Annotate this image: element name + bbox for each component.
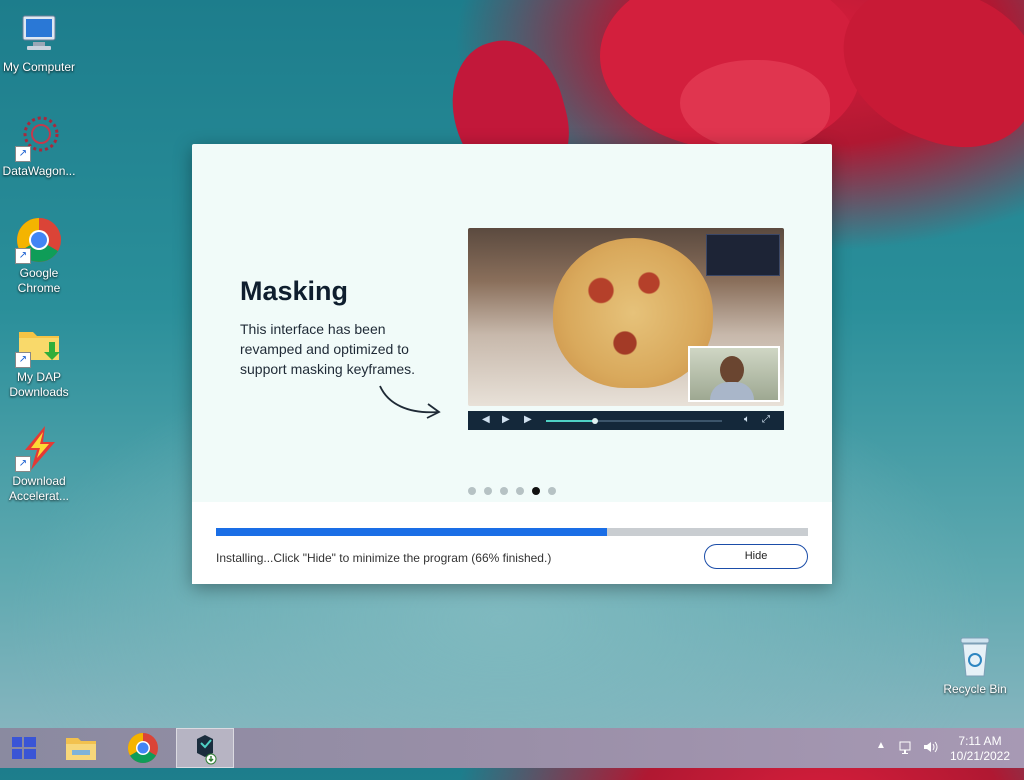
desktop-icon-label: Google Chrome [17, 266, 61, 295]
clock-time: 7:11 AM [958, 734, 1002, 748]
system-clock[interactable]: 7:11 AM 10/21/2022 [948, 734, 1012, 764]
start-button[interactable] [0, 728, 48, 768]
installer-dialog: Masking This interface has been revamped… [192, 144, 832, 584]
desktop-icon-label: DataWagon... [2, 164, 76, 178]
previous-frame-icon: ◀︎ [482, 414, 490, 425]
desktop-icon-label: Download Accelerat... [8, 474, 70, 503]
picture-in-picture [688, 346, 780, 402]
desktop-icon-label: My DAP Downloads [9, 370, 69, 399]
curved-arrow-icon [379, 385, 441, 419]
folder-icon [66, 738, 96, 760]
install-progress-fill [216, 528, 607, 536]
feature-title: Masking [240, 276, 349, 306]
slide-dot[interactable] [484, 487, 492, 495]
volume-icon: 🔈︎ [744, 414, 750, 425]
chrome-icon [127, 733, 158, 764]
shortcut-arrow-icon: ↗ [15, 146, 31, 162]
network-icon[interactable] [898, 739, 914, 779]
clock-date: 10/21/2022 [949, 749, 1011, 763]
slide-dot[interactable] [516, 487, 524, 495]
desktop-icon-label: My Computer [2, 60, 76, 74]
feature-preview-image [468, 228, 784, 406]
slide-dot[interactable] [500, 487, 508, 495]
shortcut-arrow-icon: ↗ [15, 352, 31, 368]
shortcut-arrow-icon: ↗ [15, 456, 31, 472]
desktop-icon-google-chrome[interactable]: ↗ Google Chrome [0, 216, 78, 296]
taskbar-file-explorer[interactable] [54, 728, 108, 768]
folder-download-icon: ↗ [15, 320, 63, 368]
taskbar: ▲ 7:11 AM 10/21/2022 [0, 728, 1024, 768]
taskbar-installer[interactable] [176, 728, 234, 768]
slide-indicator [468, 487, 556, 495]
feature-description: This interface has been revamped and opt… [240, 321, 416, 377]
datawagon-icon: ↗ [15, 114, 63, 162]
download-accelerator-icon: ↗ [15, 424, 63, 472]
volume-icon[interactable] [922, 739, 938, 779]
desktop-icon-datawagon[interactable]: ↗ DataWagon... [0, 114, 78, 179]
computer-icon [15, 10, 63, 58]
shortcut-arrow-icon: ↗ [15, 248, 31, 264]
recycle-bin-icon [951, 632, 999, 680]
installer-icon [197, 735, 217, 765]
video-player-bar: ◀︎ ▶︎ ▶ 🔈︎ ⤢ [468, 411, 784, 430]
next-frame-icon: ▶︎ [502, 414, 510, 425]
fullscreen-icon: ⤢ [762, 414, 770, 425]
slide-dot[interactable] [548, 487, 556, 495]
play-icon: ▶ [524, 414, 532, 425]
dialog-footer [192, 502, 832, 584]
windows-logo-icon [12, 737, 36, 759]
show-hidden-icons-button[interactable]: ▲ [876, 740, 886, 780]
desktop-icon-download-accelerator[interactable]: ↗ Download Accelerat... [0, 424, 78, 504]
desktop-icon-recycle-bin[interactable]: Recycle Bin [936, 632, 1014, 697]
desktop-icon-label: Recycle Bin [943, 682, 1007, 696]
taskbar-chrome[interactable] [116, 728, 170, 768]
slide-dot[interactable] [468, 487, 476, 495]
chrome-icon: ↗ [15, 216, 63, 264]
mask-panel-thumbnail [706, 234, 780, 276]
install-progress-bar [216, 528, 808, 536]
slide-dot-active[interactable] [532, 487, 540, 495]
desktop-icon-my-dap-downloads[interactable]: ↗ My DAP Downloads [0, 320, 78, 400]
install-status-text: Installing...Click "Hide" to minimize th… [216, 551, 552, 565]
hide-button[interactable]: Hide [704, 544, 808, 569]
desktop-icon-my-computer[interactable]: My Computer [0, 10, 78, 75]
